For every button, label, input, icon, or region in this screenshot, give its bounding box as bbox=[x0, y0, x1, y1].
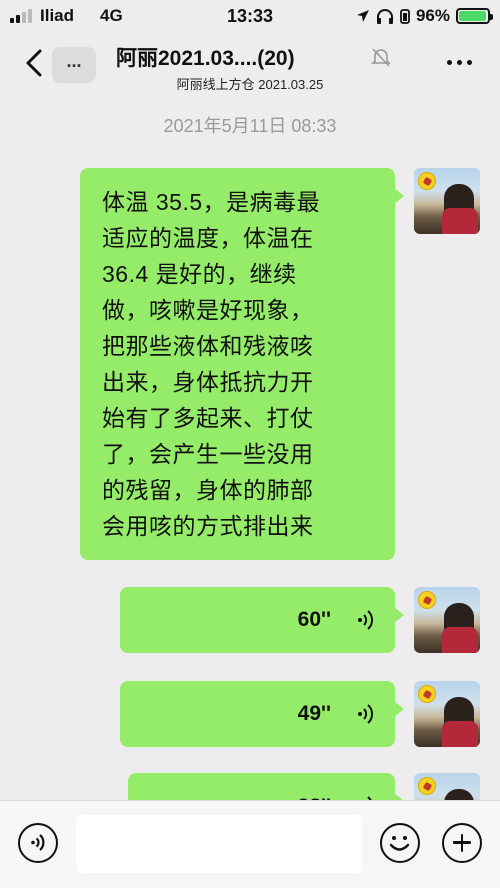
message-line: 36.4 是好的，继续 bbox=[102, 261, 297, 287]
status-right: 96% bbox=[356, 6, 493, 26]
more-actions-plus-button[interactable] bbox=[442, 823, 482, 863]
voice-message-bubble[interactable]: 49'' bbox=[120, 681, 404, 747]
emoji-button[interactable] bbox=[380, 823, 420, 863]
smiley-icon bbox=[389, 836, 410, 851]
message-line: 会用咳的方式排出来 bbox=[102, 513, 314, 539]
message-text-input[interactable] bbox=[76, 815, 362, 873]
voice-wave-icon bbox=[358, 610, 373, 630]
message-line: 的残留，身体的肺部 bbox=[102, 477, 314, 503]
sender-avatar[interactable] bbox=[414, 168, 480, 234]
chat-title: 阿丽2021.03....(20) bbox=[116, 47, 295, 70]
status-bar: Iliad 4G 13:33 96% bbox=[0, 0, 500, 34]
message-line: 出来，身体抵抗力开 bbox=[102, 369, 314, 395]
battery-percent: 96% bbox=[415, 6, 450, 25]
message-line: 适应的温度，体温在 bbox=[102, 225, 314, 251]
headphones-icon bbox=[376, 9, 393, 24]
message-input-bar bbox=[0, 800, 500, 888]
voice-input-button[interactable] bbox=[18, 823, 58, 863]
voice-message-bubble[interactable]: 60'' bbox=[120, 587, 404, 653]
text-message-bubble[interactable]: 体温 35.5，是病毒最 适应的温度，体温在 36.4 是好的，继续 做，咳嗽是… bbox=[80, 168, 404, 560]
message-line: 始有了多起来、打仗 bbox=[102, 405, 314, 431]
mute-bell-icon bbox=[371, 48, 391, 67]
message-line: 做，咳嗽是好现象， bbox=[102, 297, 314, 323]
sender-avatar[interactable] bbox=[414, 587, 480, 653]
sender-avatar[interactable] bbox=[414, 681, 480, 747]
message-timestamp: 2021年5月11日 08:33 bbox=[163, 116, 337, 136]
chat-header: ... 阿丽2021.03....(20) 阿丽线上方仓 2021.03.25 bbox=[0, 34, 500, 96]
voice-wave-icon bbox=[358, 704, 373, 724]
message-line: 把那些液体和残液咳 bbox=[102, 333, 314, 359]
battery-icon bbox=[456, 8, 493, 24]
alarm-icon bbox=[400, 9, 410, 24]
voice-duration: 60'' bbox=[297, 608, 331, 631]
message-line: 体温 35.5，是病毒最 bbox=[102, 189, 321, 215]
location-icon bbox=[356, 10, 369, 22]
voice-duration: 49'' bbox=[297, 702, 331, 725]
more-options-icon[interactable] bbox=[447, 60, 472, 65]
voice-input-icon bbox=[31, 834, 45, 851]
message-line: 了，会产生一些没用 bbox=[102, 441, 314, 467]
chat-subtitle: 阿丽线上方仓 2021.03.25 bbox=[176, 77, 324, 92]
